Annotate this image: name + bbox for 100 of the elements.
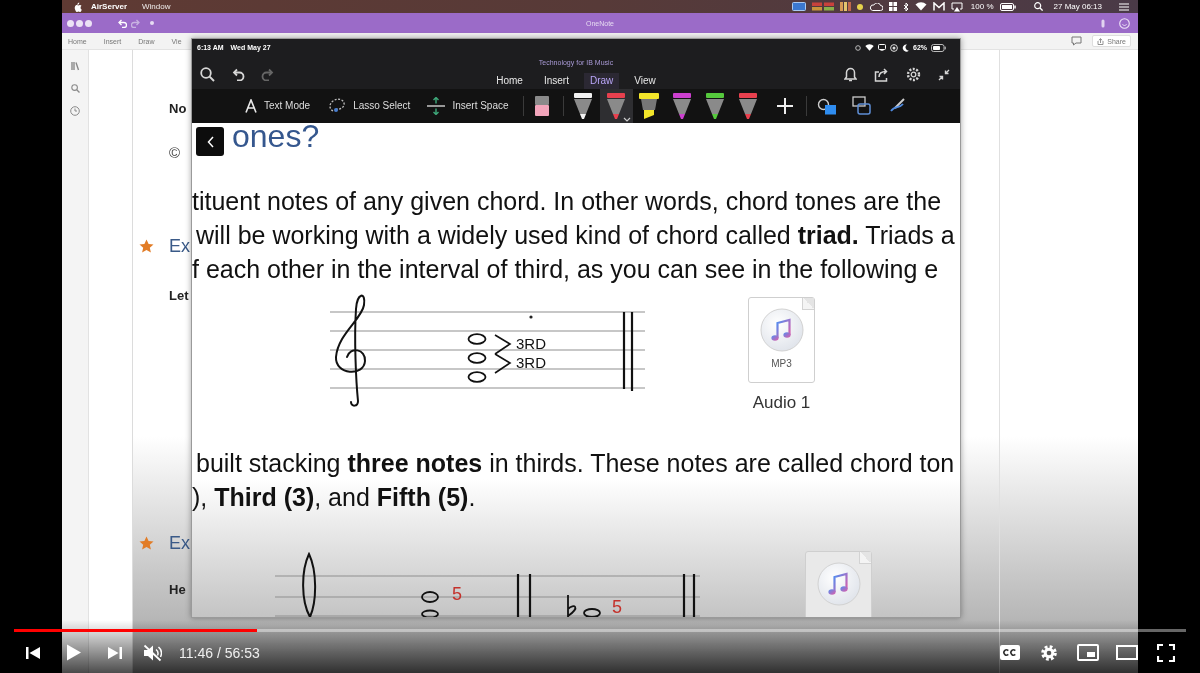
apple-logo-icon[interactable] bbox=[74, 1, 82, 12]
whole-note bbox=[421, 609, 439, 617]
skip-previous-icon bbox=[26, 645, 40, 660]
paragraph-line: built stacking three notes in thirds. These notes are called chord ton bbox=[195, 448, 955, 479]
battery-icon bbox=[931, 43, 946, 52]
monitor-icon bbox=[878, 44, 886, 51]
ink-dot bbox=[529, 315, 533, 319]
back-button[interactable] bbox=[196, 127, 224, 156]
whole-note bbox=[467, 333, 487, 345]
text-fragment: Let bbox=[169, 288, 189, 304]
text-fragment: No bbox=[169, 101, 187, 117]
smiley-icon[interactable] bbox=[1119, 17, 1130, 29]
m-shape-icon[interactable] bbox=[932, 2, 945, 11]
ring-icon bbox=[855, 44, 861, 51]
undo-icon[interactable] bbox=[231, 68, 245, 81]
whole-note bbox=[583, 608, 601, 617]
music-note-icon bbox=[816, 562, 861, 606]
paragraph-line: f each other in the interval of third, as you can see in the following e bbox=[192, 254, 939, 285]
paragraph-line: tituent notes of any given chord. In other words, chord tones are the bbox=[192, 186, 942, 217]
section-heading: Ex bbox=[169, 235, 190, 258]
notebook-icon[interactable] bbox=[70, 61, 80, 71]
redo-icon[interactable] bbox=[261, 68, 275, 81]
ribbon-tab[interactable]: View bbox=[628, 73, 662, 89]
tool-button[interactable]: Insert Space bbox=[427, 97, 509, 115]
miniplayer-icon bbox=[1076, 644, 1099, 661]
rectangle-icon bbox=[1115, 645, 1138, 660]
search-icon[interactable] bbox=[200, 67, 215, 82]
caret-icon bbox=[622, 117, 631, 122]
clef-stroke bbox=[302, 553, 317, 617]
wifi-icon bbox=[865, 44, 874, 51]
star-icon bbox=[139, 239, 154, 253]
collapse-icon[interactable] bbox=[938, 68, 950, 81]
text-icon bbox=[245, 99, 257, 113]
bar-icon[interactable] bbox=[1101, 18, 1105, 28]
moon-icon bbox=[902, 43, 909, 52]
folded-corner bbox=[802, 298, 814, 310]
bell-icon[interactable] bbox=[844, 67, 857, 82]
share-icon bbox=[1097, 37, 1105, 45]
battery-percentage: 100 % bbox=[970, 2, 994, 11]
meter-icon[interactable] bbox=[811, 2, 834, 11]
section-heading: Ex bbox=[169, 532, 190, 555]
ribbon-tab[interactable]: Home bbox=[490, 73, 529, 89]
ribbon-tab[interactable]: Draw bbox=[583, 73, 620, 89]
ribbon-tab[interactable]: Insert bbox=[537, 73, 575, 89]
paragraph-line: ), Third (3), and Fifth (5). bbox=[192, 482, 476, 513]
app-menu[interactable]: AirServer bbox=[91, 2, 128, 11]
settings-icon bbox=[1039, 643, 1058, 662]
interval-bracket bbox=[494, 334, 512, 355]
interval-label: 3RD bbox=[516, 335, 546, 352]
interval-bracket bbox=[494, 353, 512, 374]
interval-label: 3RD bbox=[516, 354, 546, 371]
star-icon bbox=[139, 536, 154, 550]
audio-file[interactable] bbox=[805, 551, 872, 617]
double-barline bbox=[516, 574, 532, 617]
target-icon bbox=[890, 43, 898, 52]
paragraph-line: will be working with a widely used kind of chord called triad. Triads a bbox=[195, 220, 955, 251]
list-icon[interactable] bbox=[1119, 2, 1129, 11]
clock-icon[interactable] bbox=[70, 106, 80, 116]
settings-icon[interactable] bbox=[906, 67, 921, 82]
file-type-label: MP3 bbox=[771, 358, 792, 370]
bars-icon[interactable] bbox=[839, 2, 851, 11]
battery-icon[interactable] bbox=[999, 2, 1016, 11]
eraser-icon bbox=[533, 95, 550, 117]
play-icon bbox=[66, 644, 81, 661]
interval-label: 5 bbox=[452, 584, 462, 604]
shapes-icon[interactable] bbox=[816, 97, 837, 115]
audio-file[interactable]: MP3 bbox=[748, 297, 815, 383]
music-note-icon bbox=[759, 308, 804, 352]
wifi-icon[interactable] bbox=[914, 2, 927, 11]
comment-icon[interactable] bbox=[1071, 36, 1083, 46]
chevron-left-icon bbox=[206, 135, 214, 148]
lasso-icon bbox=[328, 98, 347, 114]
file-caption: Audio 1 bbox=[752, 393, 811, 413]
menu-item[interactable]: Window bbox=[142, 2, 171, 11]
share-icon[interactable] bbox=[874, 67, 889, 82]
dot-icon[interactable] bbox=[856, 3, 863, 10]
vertical-arrows-icon bbox=[427, 97, 446, 115]
muted-speaker-icon bbox=[143, 643, 162, 662]
whole-note bbox=[467, 371, 487, 383]
tool-button[interactable]: Text Mode bbox=[245, 99, 311, 113]
clock[interactable]: 27 May 06:13 bbox=[1053, 2, 1102, 11]
text-fragment: He bbox=[169, 582, 186, 598]
double-barline bbox=[682, 574, 696, 617]
tool-button[interactable]: Lasso Select bbox=[328, 98, 411, 114]
copyright-symbol: © bbox=[169, 145, 181, 161]
folded-corner bbox=[859, 552, 871, 564]
time-display: 11:46 / 56:53 bbox=[179, 645, 260, 660]
skip-next-icon bbox=[107, 645, 122, 660]
display-icon[interactable] bbox=[791, 2, 806, 11]
grid-icon[interactable] bbox=[888, 2, 897, 11]
interval-label: 5 bbox=[612, 597, 622, 617]
frames-icon[interactable] bbox=[851, 96, 872, 116]
bluetooth-icon[interactable] bbox=[902, 1, 909, 12]
search-icon[interactable] bbox=[1033, 2, 1043, 11]
cloud-icon[interactable] bbox=[868, 2, 883, 11]
small-dot-icon[interactable] bbox=[150, 21, 154, 25]
airplay-icon[interactable] bbox=[950, 1, 963, 12]
fullscreen-icon bbox=[1156, 643, 1175, 662]
whole-note bbox=[467, 352, 487, 364]
plus-icon[interactable] bbox=[776, 98, 793, 114]
